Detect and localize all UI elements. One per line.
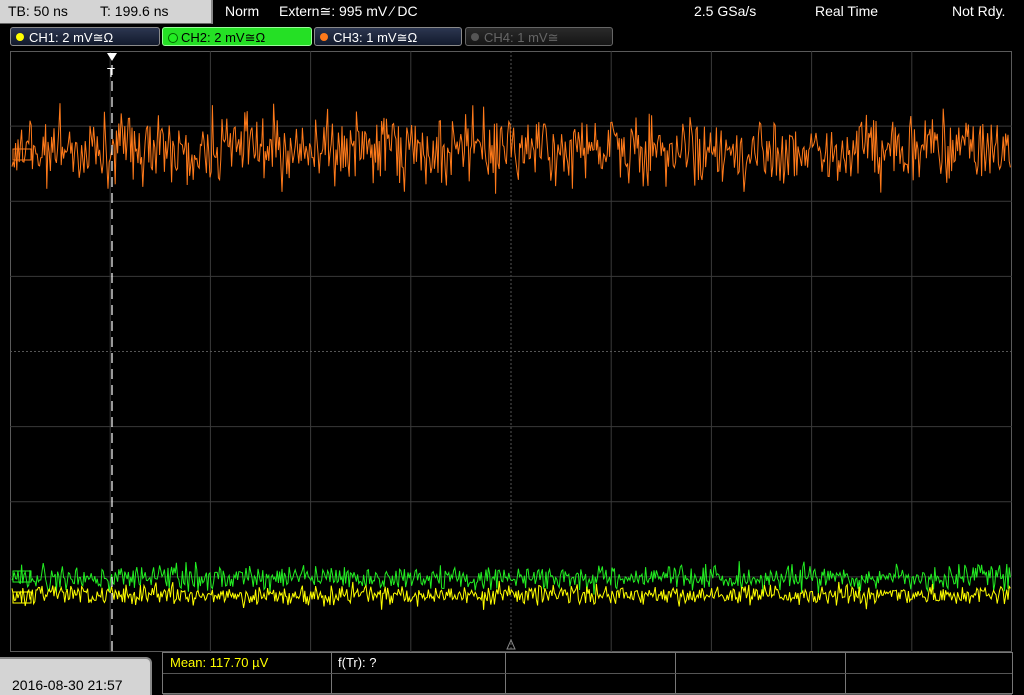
measurement-row: Mean: 117.70 µV f(Tr): ? xyxy=(163,653,1012,674)
timebase-box[interactable]: TB: 50 ns T: 199.6 ns xyxy=(0,0,213,24)
channel-1-button[interactable]: CH1: 2 mV≅Ω xyxy=(10,27,160,46)
waveform-display[interactable]: T xyxy=(10,51,1012,652)
measurement-cell[interactable]: Mean: 117.70 µV xyxy=(163,653,332,673)
channel-1-label: CH1: 2 mV≅Ω xyxy=(29,30,114,45)
datetime-box: 2016-08-30 21:57 xyxy=(0,657,152,695)
channel-3-dot-icon xyxy=(320,33,328,41)
run-state: Not Rdy. xyxy=(952,3,1006,19)
timebase-readout: TB: 50 ns xyxy=(8,3,68,19)
measurement-cell[interactable] xyxy=(675,653,846,673)
acquisition-mode: Real Time xyxy=(815,3,879,19)
channel-4-button[interactable]: CH4: 1 mV≅ xyxy=(465,27,613,46)
trigger-source[interactable]: Extern≅: 995 mV ⁄ DC xyxy=(279,3,418,20)
datetime-readout: 2016-08-30 21:57 xyxy=(12,677,123,693)
trigger-mode[interactable]: Norm xyxy=(225,3,259,19)
channel-3-label: CH3: 1 mV≅Ω xyxy=(333,30,418,45)
channel-3-button[interactable]: CH3: 1 mV≅Ω xyxy=(314,27,462,46)
channel-2-label: CH2: 2 mV≅Ω xyxy=(181,30,266,45)
measurement-cell[interactable]: f(Tr): ? xyxy=(331,653,506,673)
measurement-cell[interactable] xyxy=(505,653,676,673)
channel-4-dot-icon xyxy=(471,33,479,41)
channel-2-dot-icon xyxy=(168,33,178,43)
trigger-marker-label: T xyxy=(107,65,115,80)
measurement-cell[interactable] xyxy=(331,674,506,694)
measurement-cell[interactable] xyxy=(163,674,332,694)
risetime-frequency-measurement: f(Tr): ? xyxy=(338,655,377,670)
measurement-cell[interactable] xyxy=(505,674,676,694)
channel-2-button[interactable]: CH2: 2 mV≅Ω xyxy=(162,27,312,46)
sample-rate: 2.5 GSa/s xyxy=(694,3,757,19)
status-bar: TB: 50 ns T: 199.6 ns Norm Extern≅: 995 … xyxy=(0,0,1024,24)
channel-1-dot-icon xyxy=(16,33,24,41)
measurement-cell[interactable] xyxy=(675,674,846,694)
channel-bar: CH1: 2 mV≅Ω CH2: 2 mV≅Ω CH3: 1 mV≅Ω CH4:… xyxy=(0,25,1024,49)
measurement-row xyxy=(163,674,1012,695)
channel-4-label: CH4: 1 mV≅ xyxy=(484,30,559,45)
footer-bar: 2016-08-30 21:57 Mean: 117.70 µV f(Tr): … xyxy=(0,652,1024,695)
trigger-time-readout: T: 199.6 ns xyxy=(100,3,169,19)
measurement-table: Mean: 117.70 µV f(Tr): ? xyxy=(162,652,1013,695)
mean-measurement: Mean: 117.70 µV xyxy=(170,655,269,670)
